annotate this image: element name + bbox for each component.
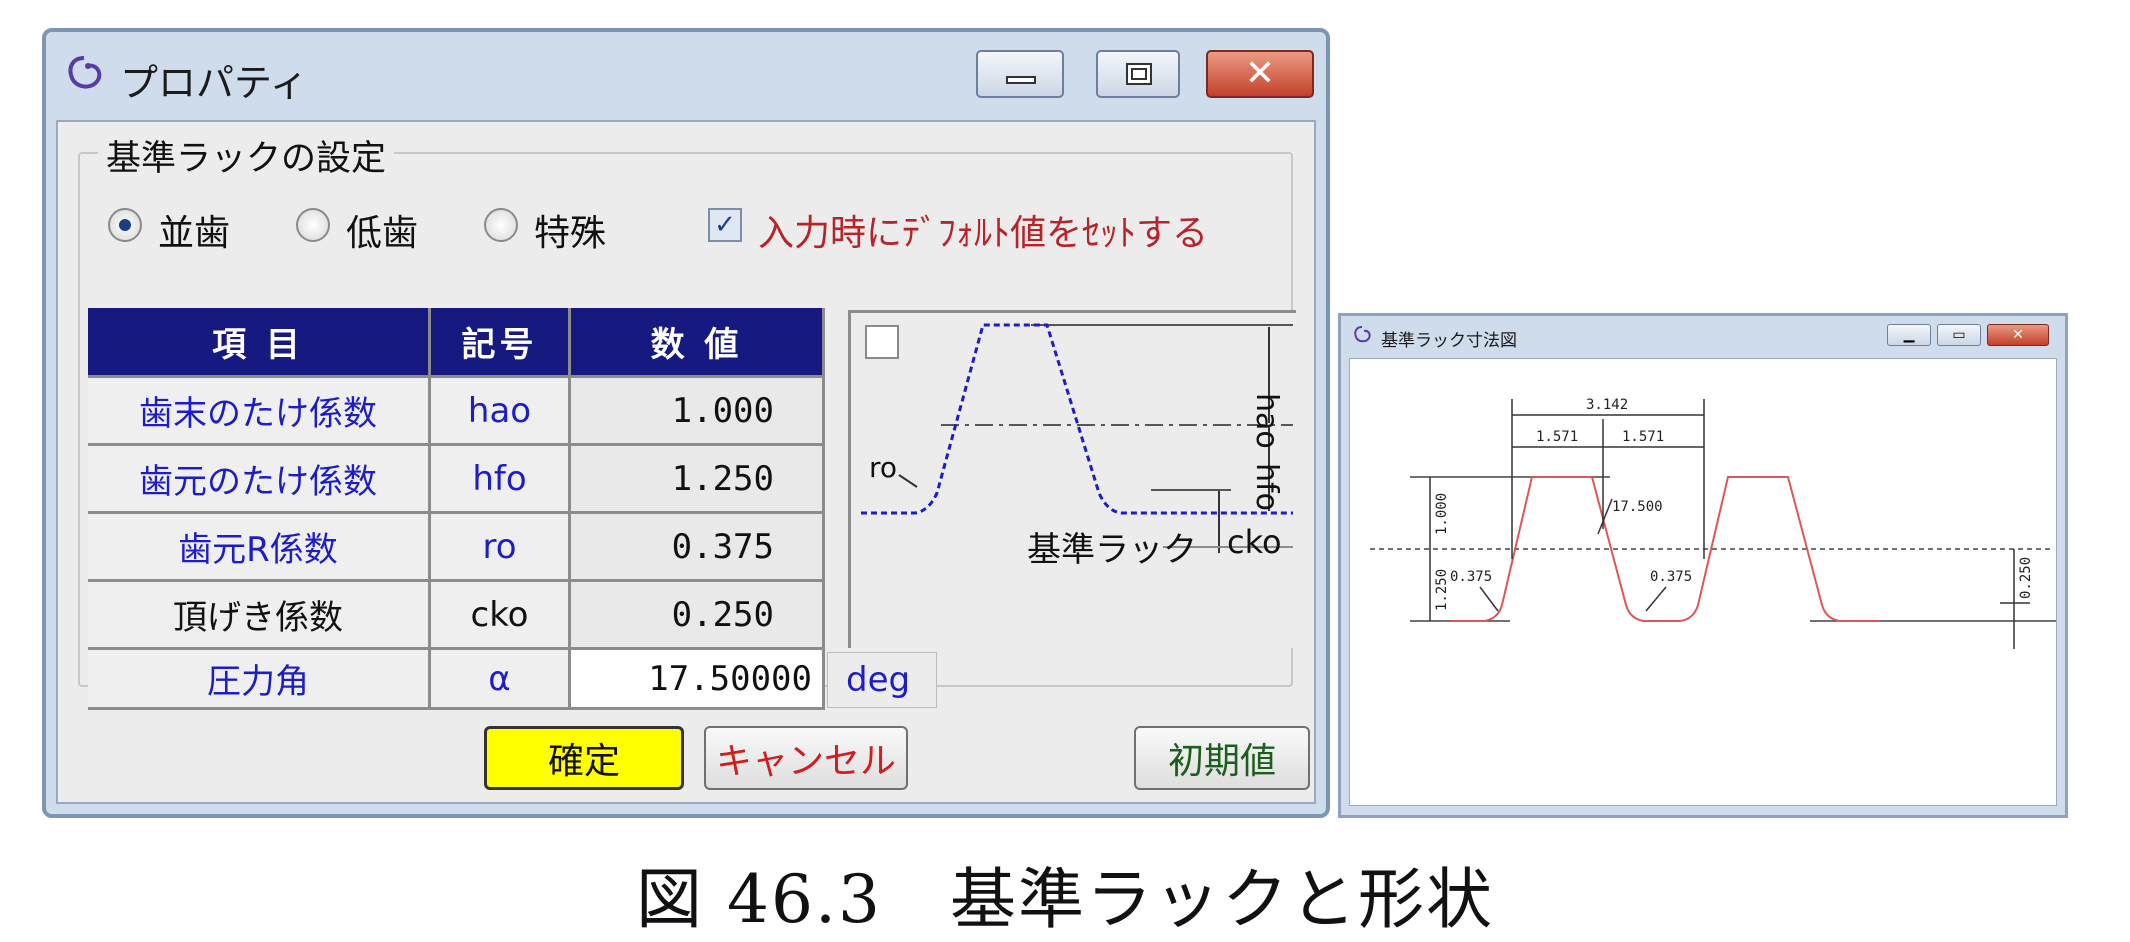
row-root-radius-value[interactable]: 0.375 xyxy=(571,514,825,582)
window-client-area: 基準ラックの設定 並歯 低歯 特殊 ✓ 入力時にﾃﾞﾌｫﾙﾄ値をｾｯﾄする 項 … xyxy=(56,120,1316,804)
header-item: 項 目 xyxy=(88,308,431,378)
dimension-close-button[interactable]: ✕ xyxy=(1987,324,2049,346)
row-pressure-angle-name: 圧力角 xyxy=(88,650,431,710)
preview-label-hfo: hfo xyxy=(1249,463,1284,511)
row-root-radius-symbol: ro xyxy=(431,514,571,582)
preview-label-hao: hao xyxy=(1249,393,1284,449)
row-pressure-angle-symbol: α xyxy=(431,650,571,710)
radio-special[interactable] xyxy=(484,208,518,242)
rack-dimension-diagram: 3.142 1.571 1.571 17.500 1.000 1.250 0.3… xyxy=(1370,397,2070,649)
dimension-canvas: 3.142 1.571 1.571 17.500 1.000 1.250 0.3… xyxy=(1349,358,2070,806)
dim-addendum: 1.000 xyxy=(1434,493,1450,535)
pressure-angle-input[interactable]: 17.50000 xyxy=(571,650,825,710)
preview-label-rack: 基準ラック xyxy=(1027,530,1197,570)
minimize-icon xyxy=(1006,76,1036,84)
minimize-icon: ▁ xyxy=(1903,327,1915,343)
dim-root-radius-mid: 0.375 xyxy=(1650,569,1692,585)
figure-caption: 図 46.3 基準ラックと形状 xyxy=(636,861,1494,938)
dim-half-pitch-left: 1.571 xyxy=(1536,429,1578,445)
radio-standard[interactable] xyxy=(108,208,142,242)
preview-label-cko: cko xyxy=(1227,523,1282,561)
dim-root-radius-left: 0.375 xyxy=(1450,569,1492,585)
preview-label-ro: ro xyxy=(869,451,897,484)
dimension-window-title: 基準ラック寸法図 xyxy=(1381,331,1517,351)
row-dedendum-symbol: hfo xyxy=(431,446,571,514)
radio-stub-label[interactable]: 低歯 xyxy=(346,204,418,256)
dim-pressure-angle: 17.500 xyxy=(1612,499,1663,515)
row-addendum-value[interactable]: 1.000 xyxy=(571,378,825,446)
dimension-minimize-button[interactable]: ▁ xyxy=(1887,324,1931,346)
header-value: 数 値 xyxy=(571,308,825,378)
ok-button[interactable]: 確定 xyxy=(484,726,684,790)
app-icon xyxy=(68,56,102,89)
rack-dimension-window: 基準ラック寸法図 ▁ ▭ ✕ 3.142 1.571 1.571 17.500 xyxy=(1338,313,2070,818)
radio-stub[interactable] xyxy=(296,208,330,242)
reset-defaults-button[interactable]: 初期値 xyxy=(1134,726,1310,790)
property-window: プロパティ ✕ 基準ラックの設定 並歯 低歯 特殊 ✓ 入力時にﾃﾞﾌｫﾙﾄ値を… xyxy=(42,28,1330,818)
header-symbol: 記号 xyxy=(431,308,571,378)
row-dedendum-value[interactable]: 1.250 xyxy=(571,446,825,514)
default-value-checkbox[interactable]: ✓ xyxy=(708,208,742,242)
dim-clearance: 0.250 xyxy=(2018,557,2034,599)
dim-half-pitch-right: 1.571 xyxy=(1622,429,1664,445)
app-icon-small xyxy=(1354,326,1371,343)
group-title: 基準ラックの設定 xyxy=(98,130,395,181)
maximize-icon xyxy=(1126,63,1152,85)
title-bar[interactable]: プロパティ ✕ xyxy=(46,32,1326,116)
row-root-radius-name: 歯元R係数 xyxy=(88,514,431,582)
row-clearance-value[interactable]: 0.250 xyxy=(571,582,825,650)
maximize-icon: ▭ xyxy=(1952,327,1966,343)
maximize-button[interactable] xyxy=(1096,50,1180,98)
tooth-type-options: 並歯 低歯 特殊 ✓ 入力時にﾃﾞﾌｫﾙﾄ値をｾｯﾄする xyxy=(108,204,1288,254)
minimize-button[interactable] xyxy=(976,50,1064,98)
radio-special-label[interactable]: 特殊 xyxy=(534,204,606,256)
close-icon: ✕ xyxy=(2012,327,2024,343)
close-button[interactable]: ✕ xyxy=(1206,50,1314,98)
row-dedendum-name: 歯元のたけ係数 xyxy=(88,446,431,514)
row-addendum-symbol: hao xyxy=(431,378,571,446)
dimension-maximize-button[interactable]: ▭ xyxy=(1937,324,1981,346)
row-addendum-name: 歯末のたけ係数 xyxy=(88,378,431,446)
dim-pitch: 3.142 xyxy=(1586,397,1628,413)
default-value-label[interactable]: 入力時にﾃﾞﾌｫﾙﾄ値をｾｯﾄする xyxy=(758,204,1208,256)
cancel-button[interactable]: キャンセル xyxy=(704,726,908,790)
dim-dedendum: 1.250 xyxy=(1434,569,1450,611)
close-icon: ✕ xyxy=(1244,53,1276,94)
row-clearance-name: 頂げき係数 xyxy=(88,582,431,650)
row-clearance-symbol: cko xyxy=(431,582,571,650)
window-title: プロパティ xyxy=(120,61,308,105)
rack-preview: ro cko 基準ラック hao hfo xyxy=(848,310,1296,648)
rack-profile-diagram: ro cko 基準ラック hao hfo xyxy=(861,323,1293,570)
pressure-angle-unit: deg xyxy=(827,652,937,708)
radio-standard-label[interactable]: 並歯 xyxy=(158,204,230,256)
